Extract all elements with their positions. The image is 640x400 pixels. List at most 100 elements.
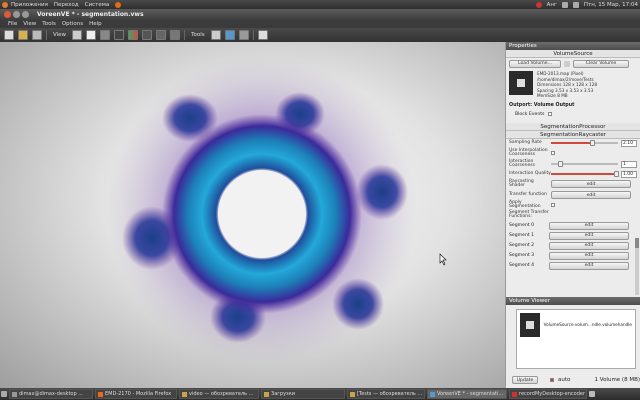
firefox-icon — [98, 391, 103, 397]
interaction-coarseness-knob[interactable] — [558, 161, 564, 168]
terminal-icon — [12, 391, 17, 397]
interaction-quality-knob[interactable] — [613, 171, 619, 178]
interaction-quality-spinbox[interactable]: 1.00 — [621, 170, 637, 178]
menu-applications[interactable]: Приложения — [11, 2, 48, 8]
taskbar: dimax@dimax-desktop ... EMD-2170 - Mozil… — [0, 388, 640, 400]
dropdown-arrow-icon[interactable] — [564, 60, 570, 67]
minimize-window-button[interactable] — [13, 11, 20, 18]
toolbar-separator — [46, 30, 47, 40]
segment-label: Segment 1 — [509, 233, 535, 239]
ubuntu-logo-icon[interactable] — [2, 1, 8, 8]
volume-item-label[interactable]: VolumeSource.volum...ndle.volumehandle — [544, 313, 632, 365]
interaction-coarseness-spinbox[interactable]: 1 — [621, 160, 637, 168]
window-title-bar[interactable]: VoreenVE * - segmentation.vws — [0, 9, 640, 20]
top-panel: Приложения Переход Система Анг Птн, 15 М… — [0, 0, 640, 9]
task-terminal[interactable]: dimax@dimax-desktop ... — [9, 389, 93, 399]
new-workspace-icon[interactable] — [4, 30, 14, 40]
transfer-function-edit-button[interactable]: edit — [551, 191, 631, 200]
properties-icon[interactable] — [170, 30, 181, 40]
interaction-coarseness-slider[interactable] — [551, 161, 618, 168]
volume-viewer-panel: Volume Viewer VolumeSource.volum...ndle.… — [505, 297, 640, 388]
block-events-checkbox[interactable] — [548, 112, 553, 117]
save-workspace-icon[interactable] — [32, 30, 42, 40]
segmentation-tool-icon[interactable] — [238, 30, 249, 40]
toolbar-tools-label: Tools — [191, 32, 205, 38]
render-canvas[interactable] — [0, 42, 505, 388]
apply-segmentation-checkbox[interactable] — [551, 203, 555, 208]
segment-2-edit-button[interactable]: edit — [549, 241, 629, 250]
toolbar-separator — [184, 30, 186, 40]
raycasting-shader-edit-button[interactable]: edit — [551, 180, 631, 189]
trash-icon[interactable] — [589, 391, 595, 397]
block-events-label: Block Events — [515, 111, 545, 117]
task-voreen[interactable]: VoreenVE * - segmentati... — [427, 389, 507, 399]
apply-segmentation-label: Apply Segmentation — [509, 199, 541, 210]
console-icon[interactable] — [114, 30, 125, 40]
snapshot-icon[interactable] — [210, 30, 221, 40]
transfer-function-icon[interactable] — [128, 30, 139, 40]
menu-system[interactable]: Система — [85, 2, 110, 8]
network-mode-icon[interactable] — [72, 30, 83, 40]
close-window-button[interactable] — [4, 11, 11, 18]
volumesource-header[interactable]: VolumeSource — [506, 50, 640, 58]
load-volume-button[interactable]: Load Volume... — [509, 59, 561, 68]
task-firefox[interactable]: EMD-2170 - Mozilla Firefox — [95, 389, 177, 399]
task-downloads[interactable]: Загрузки — [261, 389, 345, 399]
auto-label: auto — [558, 377, 571, 383]
settings-gear-icon[interactable] — [100, 30, 111, 40]
keyboard-layout[interactable]: Анг — [547, 2, 557, 8]
open-workspace-icon[interactable] — [18, 30, 28, 40]
interaction-quality-fill — [551, 173, 617, 176]
application-mode-icon[interactable] — [86, 30, 97, 40]
interaction-quality-slider[interactable] — [551, 171, 619, 178]
menu-tools[interactable]: Tools — [42, 21, 56, 27]
sampling-rate-knob[interactable] — [589, 140, 595, 147]
task-tests-folder[interactable]: [Tests — обозреватель ... — [347, 389, 425, 399]
segment-4-edit-button[interactable]: edit — [549, 261, 629, 270]
sampling-rate-slider[interactable] — [551, 140, 618, 147]
volume-item-thumbnail[interactable] — [520, 313, 540, 337]
use-interpolation-checkbox[interactable] — [551, 151, 555, 156]
volume-list[interactable]: VolumeSource.volum...ndle.volumehandle — [516, 309, 636, 369]
segment-label: Segment 2 — [509, 243, 535, 249]
menu-file[interactable]: File — [8, 21, 17, 27]
raycasting-shader-label: Raycasting Shader — [509, 178, 534, 189]
segmentationprocessor-header[interactable]: SegmentationProcessor — [506, 122, 640, 131]
clock[interactable]: Птн, 15 Мар, 17:04 — [584, 2, 638, 8]
help-icon[interactable] — [257, 30, 268, 40]
canvas-icon[interactable] — [142, 30, 153, 40]
volume-rendering[interactable] — [0, 42, 505, 388]
menu-places[interactable]: Переход — [54, 2, 79, 8]
segment-label: Segment 4 — [509, 263, 535, 269]
show-desktop-icon[interactable] — [1, 391, 7, 397]
volume-icon[interactable] — [572, 1, 579, 8]
auto-update-checkbox[interactable] — [550, 378, 554, 382]
sampling-rate-spinbox[interactable]: 2.10 — [621, 139, 637, 147]
toolbar: View Tools — [0, 28, 640, 42]
volume-dimensions: Dimensions 128 x 128 x 128 — [537, 82, 598, 88]
voreen-icon — [430, 391, 435, 397]
task-recordmydesktop[interactable]: recordMyDesktop-encoder — [509, 389, 587, 399]
properties-panel: Properties VolumeSource Load Volume... C… — [505, 42, 640, 297]
task-video-folder[interactable]: video — обозреватель ... — [179, 389, 259, 399]
segment-1-edit-button[interactable]: edit — [549, 231, 629, 240]
notification-icon[interactable] — [535, 1, 542, 8]
window-title: VoreenVE * - segmentation.vws — [37, 11, 144, 18]
segment-0-edit-button[interactable]: edit — [549, 221, 629, 230]
segment-row: Segment 0 edit — [506, 221, 640, 231]
animation-icon[interactable] — [224, 30, 235, 40]
segment-3-edit-button[interactable]: edit — [549, 251, 629, 260]
properties-scrollbar[interactable] — [635, 238, 639, 295]
menu-options[interactable]: Options — [62, 21, 83, 27]
maximize-window-button[interactable] — [22, 11, 29, 18]
processor-list-icon[interactable] — [156, 30, 167, 40]
menu-help[interactable]: Help — [89, 21, 102, 27]
segmentationraycaster-header[interactable]: SegmentationRaycaster — [506, 130, 640, 139]
update-button[interactable]: Update — [512, 376, 538, 384]
menu-view[interactable]: View — [23, 21, 36, 27]
clear-volume-button[interactable]: Clear Volume — [573, 59, 629, 68]
folder-icon — [182, 391, 187, 397]
network-icon[interactable] — [561, 1, 568, 8]
scrollbar-thumb[interactable] — [635, 238, 639, 248]
firefox-icon[interactable] — [115, 1, 122, 8]
